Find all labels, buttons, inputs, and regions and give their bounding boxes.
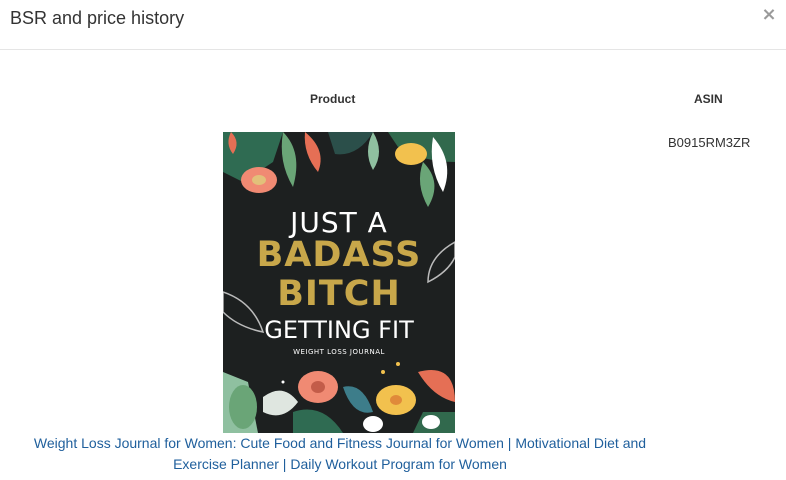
cover-subtitle: WEIGHT LOSS JOURNAL: [293, 348, 385, 356]
cover-title-line-2: BADASS: [256, 235, 422, 275]
asin-value: B0915RM3ZR: [668, 135, 751, 150]
column-header-asin: ASIN: [694, 92, 723, 106]
cover-title-line-3: BITCH: [277, 274, 401, 314]
cover-title-line-4: GETTING FIT: [264, 316, 414, 344]
product-title-link[interactable]: Weight Loss Journal for Women: Cute Food…: [30, 433, 650, 475]
modal-header: BSR and price history ×: [0, 0, 786, 50]
bsr-price-history-modal: BSR and price history × Product ASIN B09…: [0, 0, 786, 480]
close-icon[interactable]: ×: [760, 4, 778, 26]
product-cover-image[interactable]: JUST A BADASS BITCH GETTING FIT WEIGHT L…: [223, 132, 455, 433]
modal-title: BSR and price history: [10, 8, 185, 28]
column-header-product: Product: [310, 92, 356, 106]
